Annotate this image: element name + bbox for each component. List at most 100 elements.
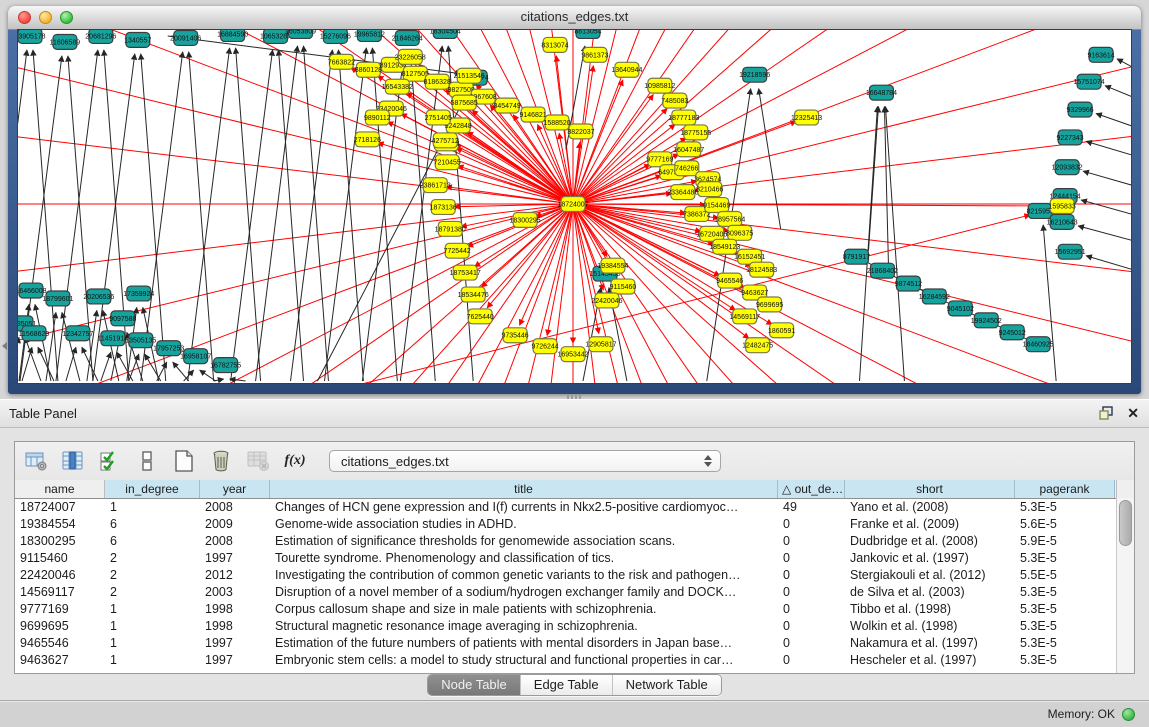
table-cell[interactable]: 5.3E-5: [1015, 550, 1115, 567]
table-cell[interactable]: 5.3E-5: [1015, 584, 1115, 601]
table-row[interactable]: 1830029562008Estimation of significance …: [15, 533, 1134, 550]
function-builder-icon[interactable]: f(x): [282, 448, 308, 474]
table-cell[interactable]: Jankovic et al. (1997): [845, 550, 1015, 567]
table-cell[interactable]: Franke et al. (2009): [845, 516, 1015, 533]
table-row[interactable]: 977716911998Corpus callosum shape and si…: [15, 601, 1134, 618]
table-cell[interactable]: 0: [778, 550, 845, 567]
table-cell[interactable]: 2008: [200, 499, 270, 516]
table-row[interactable]: 1872400712008Changes of HCN gene express…: [15, 499, 1134, 516]
table-cell[interactable]: 5.3E-5: [1015, 635, 1115, 652]
column-header-1[interactable]: in_degree: [105, 480, 200, 498]
close-panel-icon[interactable]: ✕: [1127, 404, 1139, 422]
scrollbar-thumb[interactable]: [1119, 500, 1132, 546]
table-cell[interactable]: 5.3E-5: [1015, 618, 1115, 635]
table-cell[interactable]: 0: [778, 618, 845, 635]
table-select-dropdown[interactable]: citations_edges.txt: [329, 450, 721, 472]
table-cell[interactable]: 0: [778, 635, 845, 652]
table-cell[interactable]: 5.5E-5: [1015, 567, 1115, 584]
table-cell[interactable]: Estimation of the future numbers of pati…: [270, 635, 778, 652]
table-cell[interactable]: 2: [105, 584, 200, 601]
table-cell[interactable]: Nakamura et al. (1997): [845, 635, 1015, 652]
column-header-2[interactable]: year: [200, 480, 270, 498]
table-cell[interactable]: Wolkin et al. (1998): [845, 618, 1015, 635]
table-cell[interactable]: 0: [778, 567, 845, 584]
table-cell[interactable]: 18724007: [15, 499, 105, 516]
table-cell[interactable]: 1: [105, 635, 200, 652]
table-cell[interactable]: 2008: [200, 533, 270, 550]
table-cell[interactable]: 2009: [200, 516, 270, 533]
table-cell[interactable]: Tourette syndrome. Phenomenology and cla…: [270, 550, 778, 567]
table-cell[interactable]: Genome-wide association studies in ADHD.: [270, 516, 778, 533]
table-cell[interactable]: 22420046: [15, 567, 105, 584]
table-options-icon[interactable]: [23, 448, 49, 474]
tab-edge-table[interactable]: Edge Table: [520, 675, 612, 695]
table-row[interactable]: 1456911722003Disruption of a novel membe…: [15, 584, 1134, 601]
table-cell[interactable]: 0: [778, 601, 845, 618]
panel-collapse-arrow[interactable]: [2, 342, 7, 350]
table-cell[interactable]: 1: [105, 601, 200, 618]
table-cell[interactable]: 1: [105, 618, 200, 635]
row-ops-icon[interactable]: [134, 448, 160, 474]
table-row[interactable]: 1938455462009Genome-wide association stu…: [15, 516, 1134, 533]
table-cell[interactable]: 5.3E-5: [1015, 601, 1115, 618]
table-cell[interactable]: 1997: [200, 550, 270, 567]
network-graph[interactable]: 2390517811606589206812961340557200914061…: [18, 30, 1131, 383]
table-cell[interactable]: 9463627: [15, 652, 105, 669]
table-cell[interactable]: 1998: [200, 618, 270, 635]
table-cell[interactable]: Hescheler et al. (1997): [845, 652, 1015, 669]
table-cell[interactable]: 1: [105, 499, 200, 516]
delete-rows-icon[interactable]: [208, 448, 234, 474]
table-cell[interactable]: 2: [105, 550, 200, 567]
table-row[interactable]: 946362711997Embryonic stem cells: a mode…: [15, 652, 1134, 669]
table-cell[interactable]: 9699695: [15, 618, 105, 635]
tab-network-table[interactable]: Network Table: [612, 675, 721, 695]
column-header-4[interactable]: △ out_de…: [778, 480, 845, 498]
table-cell[interactable]: Stergiakouli et al. (2012): [845, 567, 1015, 584]
column-edit-icon[interactable]: [60, 448, 86, 474]
table-cell[interactable]: 5.3E-5: [1015, 652, 1115, 669]
table-cell[interactable]: de Silva et al. (2003): [845, 584, 1015, 601]
column-header-5[interactable]: short: [845, 480, 1015, 498]
table-cell[interactable]: 49: [778, 499, 845, 516]
table-vertical-scrollbar[interactable]: [1116, 498, 1134, 673]
table-cell[interactable]: Embryonic stem cells: a model to study s…: [270, 652, 778, 669]
table-cell[interactable]: 9777169: [15, 601, 105, 618]
float-panel-icon[interactable]: [1098, 405, 1114, 421]
table-cell[interactable]: 9115460: [15, 550, 105, 567]
table-cell[interactable]: Estimation of significance thresholds fo…: [270, 533, 778, 550]
table-cell[interactable]: Disruption of a novel member of a sodium…: [270, 584, 778, 601]
column-header-3[interactable]: title: [270, 480, 778, 498]
select-rows-icon[interactable]: [97, 448, 123, 474]
table-cell[interactable]: 6: [105, 516, 200, 533]
table-cell[interactable]: 0: [778, 533, 845, 550]
table-cell[interactable]: 2: [105, 567, 200, 584]
table-cell[interactable]: 9465546: [15, 635, 105, 652]
table-cell[interactable]: 1997: [200, 652, 270, 669]
table-cell[interactable]: Yano et al. (2008): [845, 499, 1015, 516]
table-cell[interactable]: 0: [778, 516, 845, 533]
network-window-titlebar[interactable]: citations_edges.txt: [8, 6, 1141, 30]
table-row[interactable]: 969969511998Structural magnetic resonanc…: [15, 618, 1134, 635]
table-cell[interactable]: 14569117: [15, 584, 105, 601]
table-cell[interactable]: 5.9E-5: [1015, 533, 1115, 550]
table-cell[interactable]: 5.6E-5: [1015, 516, 1115, 533]
table-cell[interactable]: 19384554: [15, 516, 105, 533]
table-cell[interactable]: 2003: [200, 584, 270, 601]
table-cell[interactable]: Structural magnetic resonance image aver…: [270, 618, 778, 635]
create-table-icon[interactable]: [171, 448, 197, 474]
table-row[interactable]: 2242004622012Investigating the contribut…: [15, 567, 1134, 584]
column-header-0[interactable]: name: [15, 480, 105, 498]
table-cell[interactable]: 2012: [200, 567, 270, 584]
table-cell[interactable]: Changes of HCN gene expression and I(f) …: [270, 499, 778, 516]
table-cell[interactable]: Investigating the contribution of common…: [270, 567, 778, 584]
table-cell[interactable]: 0: [778, 584, 845, 601]
table-cell[interactable]: 6: [105, 533, 200, 550]
table-cell[interactable]: 18300295: [15, 533, 105, 550]
table-cell[interactable]: 0: [778, 652, 845, 669]
table-cell[interactable]: 5.3E-5: [1015, 499, 1115, 516]
table-cell[interactable]: 1997: [200, 635, 270, 652]
table-row[interactable]: 946554611997Estimation of the future num…: [15, 635, 1134, 652]
tab-node-table[interactable]: Node Table: [428, 675, 520, 695]
table-cell[interactable]: 1: [105, 652, 200, 669]
network-canvas[interactable]: 2390517811606589206812961340557200914061…: [17, 29, 1132, 384]
